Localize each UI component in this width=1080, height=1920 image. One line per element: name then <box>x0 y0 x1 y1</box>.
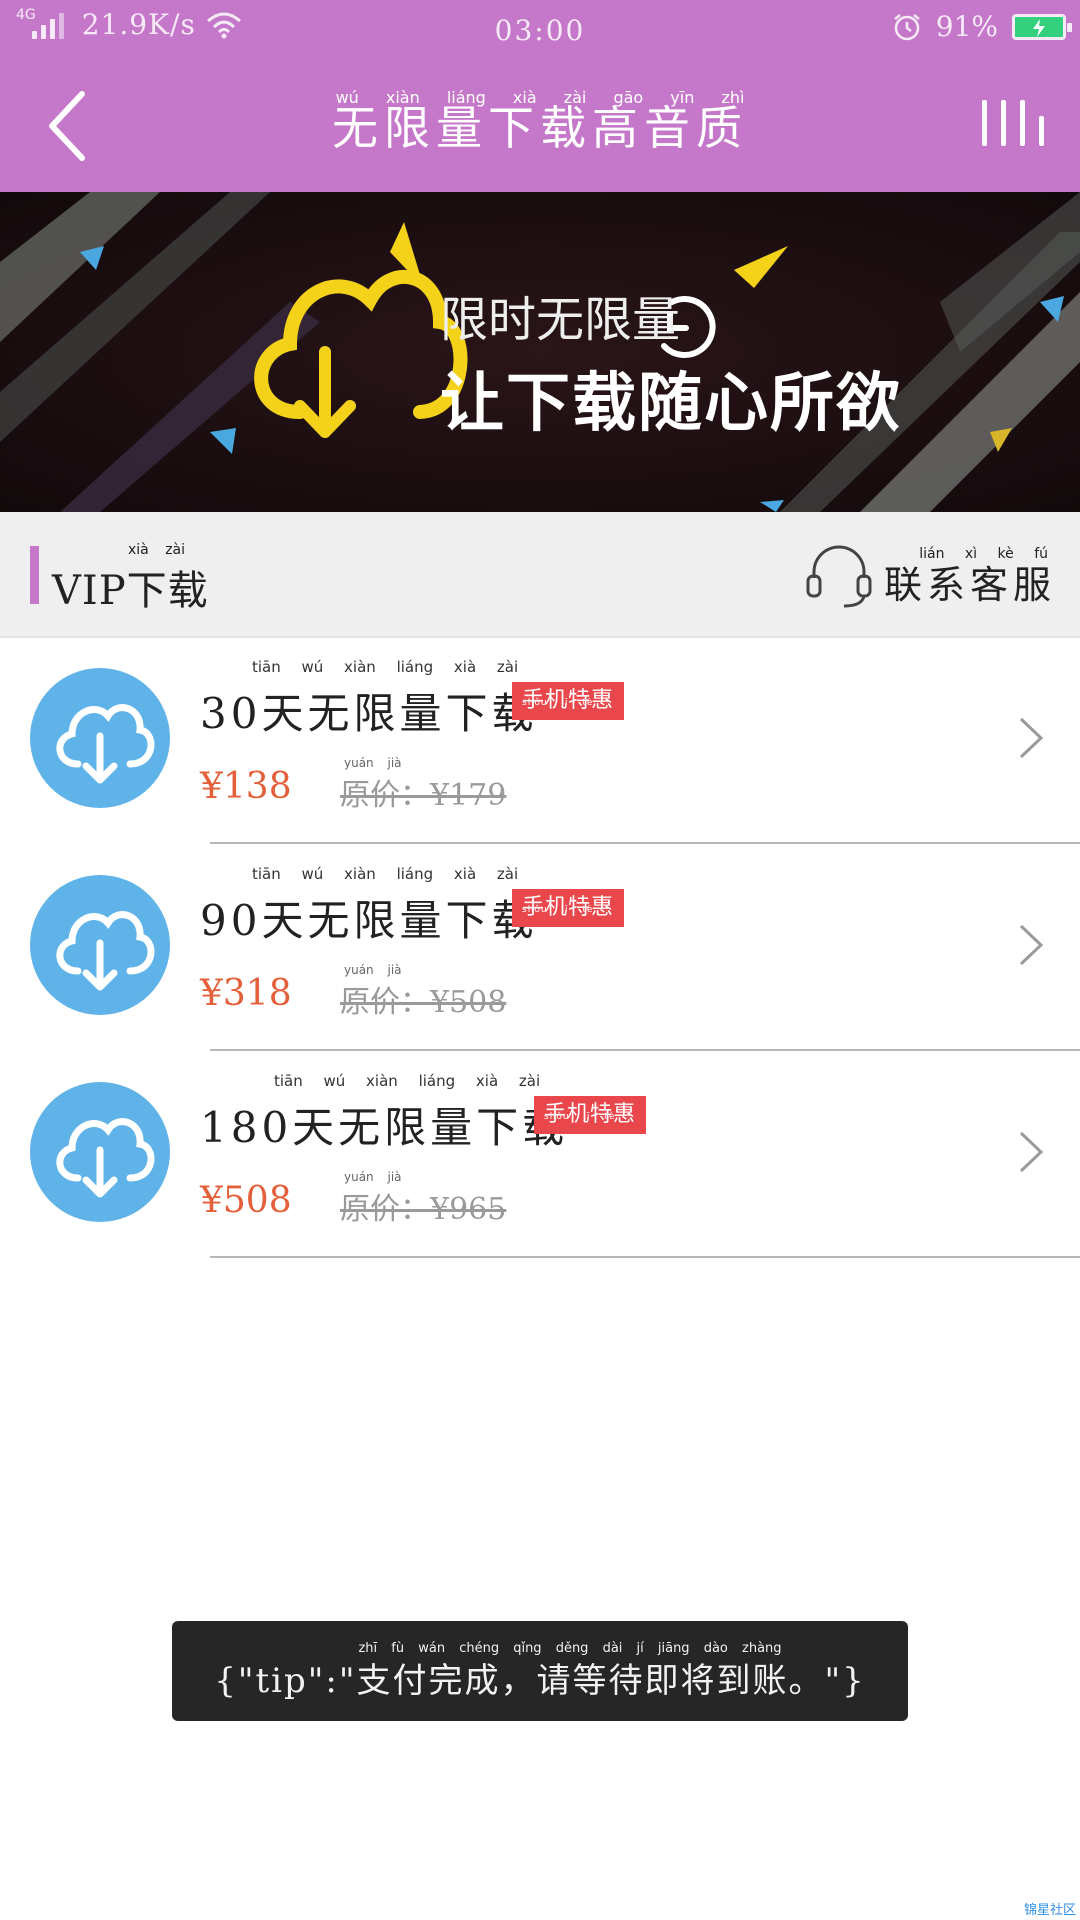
product-title: 90天无限量下载 <box>200 896 538 945</box>
headset-icon <box>806 545 872 608</box>
banner-slogan: 让下载随心所欲 <box>440 367 902 441</box>
badge-pinyin: shǒu jī tè huì <box>522 698 594 746</box>
original-price: 原价：¥508 <box>340 985 507 1020</box>
status-right: 91% <box>892 10 1072 43</box>
banner-headline: 限时无限量 <box>440 292 681 348</box>
equalizer-bars-icon[interactable] <box>982 100 1044 146</box>
badge-pinyin: shǒu jī tè huì <box>522 905 594 953</box>
cloud-download-icon <box>30 1082 170 1222</box>
chevron-right-icon <box>1019 717 1044 759</box>
product-title: 180天无限量下载 <box>200 1103 569 1152</box>
section-header: xià zài VIP下载 lián xì kè fú 联系客服 <box>0 512 1080 638</box>
badge-pinyin: shǒu jī tè huì <box>544 1112 616 1160</box>
product-price: ¥138 <box>200 766 292 807</box>
promo-badge: shǒu jī tè huì 手机特惠 <box>512 682 625 746</box>
product-row-180-days[interactable]: tiān wú xiàn liáng xià zài 180天无限量下载 shǒ… <box>0 1052 1080 1258</box>
product-price: ¥318 <box>200 973 292 1014</box>
product-title-pinyin: tiān wú xiàn liáng xià zài <box>252 658 519 676</box>
battery-charging-icon <box>1012 13 1072 40</box>
original-price: 原价：¥179 <box>340 778 507 813</box>
section-title: VIP下载 <box>52 568 209 614</box>
product-title: 30天无限量下载 <box>200 689 538 738</box>
row-divider <box>210 1256 1080 1258</box>
toast-message: zhī fù wán chéng qǐng děng dài jí jiāng … <box>172 1621 908 1721</box>
row-divider <box>210 842 1080 844</box>
status-bar: 4G 21.9K/s 03:00 91% <box>0 0 1080 62</box>
screen: 4G 21.9K/s 03:00 91% wú xiàn liáng xià z… <box>0 0 1080 1920</box>
contact-service-button[interactable]: lián xì kè fú 联系客服 <box>804 540 1056 610</box>
nav-bar: wú xiàn liáng xià zài gāo yīn zhì 无限量下载高… <box>0 62 1080 192</box>
original-price-pinyin: yuán jià <box>344 963 402 977</box>
page-title: 无限量下载高音质 <box>332 101 748 155</box>
cloud-download-icon <box>30 875 170 1015</box>
section-accent-bar <box>30 546 39 604</box>
original-price-pinyin: yuán jià <box>344 756 402 770</box>
promo-badge: shǒu jī tè huì 手机特惠 <box>534 1096 647 1160</box>
toast-text: {"tip":"支付完成，请等待即将到账。"} <box>214 1661 866 1701</box>
section-title-pinyin: xià zài <box>128 542 186 558</box>
battery-percent: 91% <box>935 10 998 43</box>
chevron-right-icon <box>1019 1131 1044 1173</box>
product-title-pinyin: tiān wú xiàn liáng xià zài <box>252 865 519 883</box>
product-title-pinyin: tiān wú xiàn liáng xià zài <box>274 1072 541 1090</box>
product-price: ¥508 <box>200 1180 292 1221</box>
cloud-download-icon <box>30 668 170 808</box>
watermark: 锦星社区 <box>1023 1903 1076 1918</box>
alarm-icon <box>893 13 920 40</box>
original-price: 原价：¥965 <box>340 1192 507 1227</box>
service-label-wrap: lián xì kè fú 联系客服 <box>884 546 1056 607</box>
promo-banner[interactable]: 限时无限量 让下载随心所欲 <box>0 192 1080 512</box>
service-label: 联系客服 <box>883 562 1056 607</box>
product-row-90-days[interactable]: tiān wú xiàn liáng xià zài 90天无限量下载 shǒu… <box>0 845 1080 1051</box>
row-divider <box>210 1049 1080 1051</box>
promo-badge: shǒu jī tè huì 手机特惠 <box>512 889 625 953</box>
chevron-right-icon <box>1019 924 1044 966</box>
original-price-pinyin: yuán jià <box>344 1170 402 1184</box>
product-row-30-days[interactable]: tiān wú xiàn liáng xià zài 30天无限量下载 shǒu… <box>0 638 1080 844</box>
